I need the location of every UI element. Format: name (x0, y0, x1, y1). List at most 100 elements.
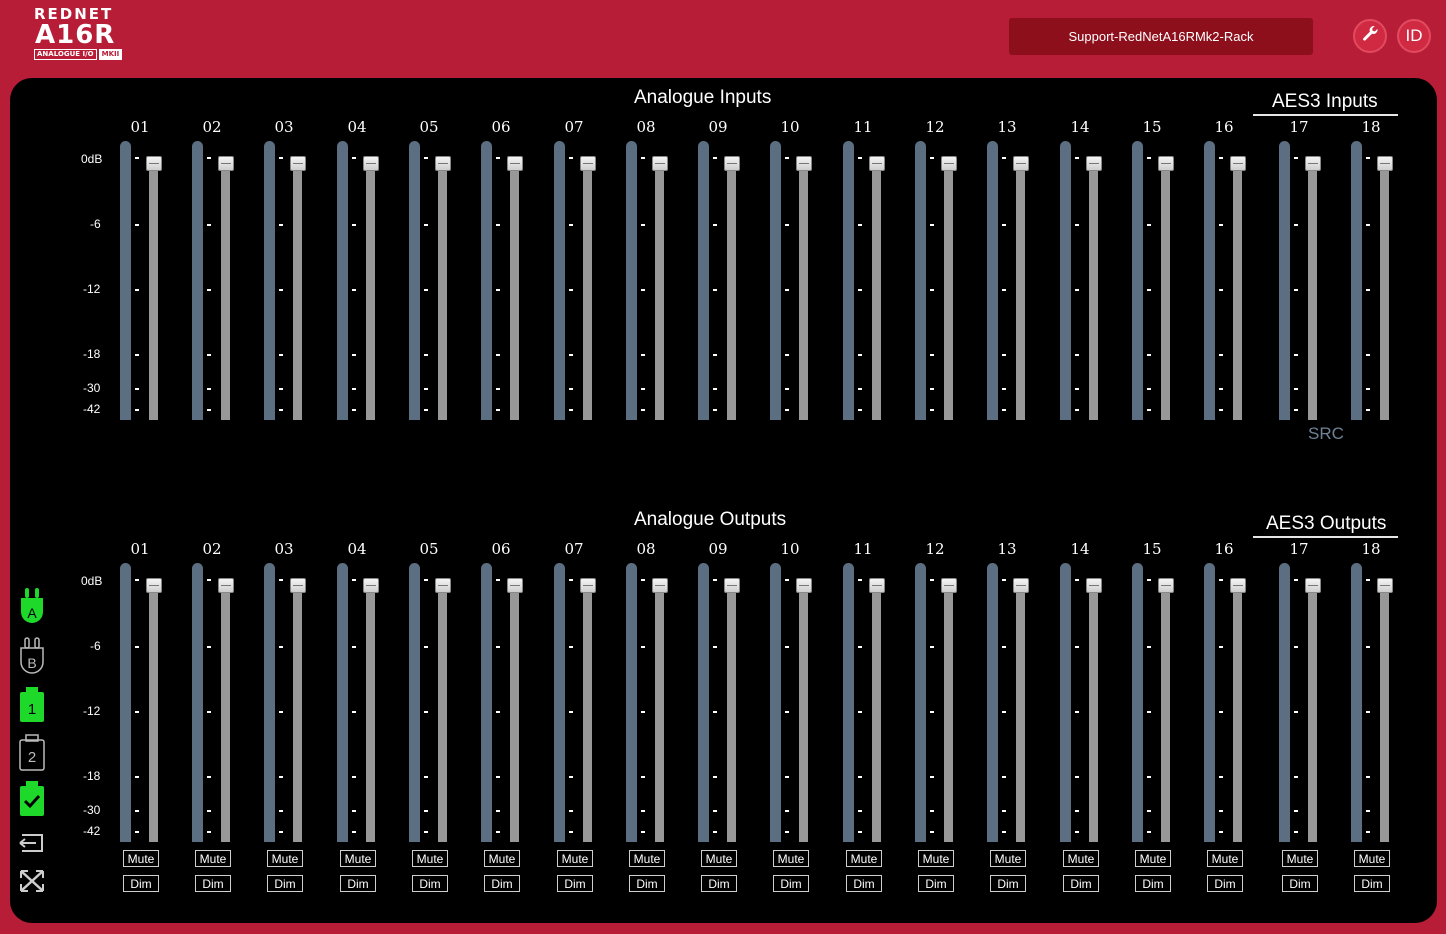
mute-button[interactable]: Mute (629, 850, 665, 867)
inputs-fader-track[interactable] (293, 160, 302, 420)
inputs-fader-knob[interactable] (507, 156, 523, 171)
dim-button[interactable]: Dim (340, 875, 376, 892)
mute-button[interactable]: Mute (1354, 850, 1390, 867)
inputs-fader-knob[interactable] (796, 156, 812, 171)
outputs-fader-track[interactable] (1089, 582, 1098, 842)
inputs-fader-track[interactable] (872, 160, 881, 420)
outputs-fader-track[interactable] (366, 582, 375, 842)
outputs-fader-track[interactable] (1016, 582, 1025, 842)
logout-icon[interactable] (16, 832, 48, 854)
outputs-fader-track[interactable] (149, 582, 158, 842)
dim-button[interactable]: Dim (701, 875, 737, 892)
dim-button[interactable]: Dim (629, 875, 665, 892)
outputs-fader-knob[interactable] (218, 578, 234, 593)
mute-button[interactable]: Mute (1063, 850, 1099, 867)
outputs-fader-knob[interactable] (435, 578, 451, 593)
dim-button[interactable]: Dim (412, 875, 448, 892)
inputs-fader-knob[interactable] (1305, 156, 1321, 171)
inputs-fader-track[interactable] (655, 160, 664, 420)
inputs-fader-track[interactable] (1233, 160, 1242, 420)
mute-button[interactable]: Mute (267, 850, 303, 867)
inputs-fader-knob[interactable] (1013, 156, 1029, 171)
outputs-fader-track[interactable] (944, 582, 953, 842)
inputs-fader-track[interactable] (221, 160, 230, 420)
outputs-fader-track[interactable] (438, 582, 447, 842)
outputs-fader-track[interactable] (1380, 582, 1389, 842)
outputs-fader-knob[interactable] (1013, 578, 1029, 593)
inputs-fader-track[interactable] (438, 160, 447, 420)
outputs-fader-knob[interactable] (796, 578, 812, 593)
mute-button[interactable]: Mute (846, 850, 882, 867)
dim-button[interactable]: Dim (267, 875, 303, 892)
outputs-fader-knob[interactable] (1305, 578, 1321, 593)
inputs-fader-track[interactable] (510, 160, 519, 420)
dim-button[interactable]: Dim (846, 875, 882, 892)
outputs-fader-track[interactable] (1308, 582, 1317, 842)
inputs-fader-knob[interactable] (1158, 156, 1174, 171)
outputs-fader-knob[interactable] (1086, 578, 1102, 593)
dim-button[interactable]: Dim (918, 875, 954, 892)
mute-button[interactable]: Mute (990, 850, 1026, 867)
mute-button[interactable]: Mute (484, 850, 520, 867)
outputs-fader-knob[interactable] (869, 578, 885, 593)
outputs-fader-track[interactable] (583, 582, 592, 842)
mute-button[interactable]: Mute (340, 850, 376, 867)
outputs-fader-track[interactable] (655, 582, 664, 842)
outputs-fader-knob[interactable] (290, 578, 306, 593)
outputs-fader-track[interactable] (727, 582, 736, 842)
outputs-fader-track[interactable] (1161, 582, 1170, 842)
outputs-fader-track[interactable] (510, 582, 519, 842)
inputs-fader-track[interactable] (1308, 160, 1317, 420)
tools-button[interactable] (1353, 19, 1387, 53)
inputs-fader-track[interactable] (944, 160, 953, 420)
dim-button[interactable]: Dim (990, 875, 1026, 892)
dim-button[interactable]: Dim (1207, 875, 1243, 892)
dim-button[interactable]: Dim (1282, 875, 1318, 892)
inputs-fader-knob[interactable] (363, 156, 379, 171)
outputs-fader-knob[interactable] (363, 578, 379, 593)
inputs-fader-knob[interactable] (580, 156, 596, 171)
dim-button[interactable]: Dim (1063, 875, 1099, 892)
outputs-fader-knob[interactable] (507, 578, 523, 593)
inputs-fader-knob[interactable] (941, 156, 957, 171)
outputs-fader-track[interactable] (799, 582, 808, 842)
outputs-fader-track[interactable] (221, 582, 230, 842)
mute-button[interactable]: Mute (195, 850, 231, 867)
mute-button[interactable]: Mute (1135, 850, 1171, 867)
mute-button[interactable]: Mute (918, 850, 954, 867)
outputs-fader-knob[interactable] (1158, 578, 1174, 593)
inputs-fader-track[interactable] (1380, 160, 1389, 420)
outputs-fader-knob[interactable] (1230, 578, 1246, 593)
inputs-fader-track[interactable] (799, 160, 808, 420)
inputs-fader-knob[interactable] (869, 156, 885, 171)
mute-button[interactable]: Mute (123, 850, 159, 867)
inputs-fader-knob[interactable] (146, 156, 162, 171)
dim-button[interactable]: Dim (557, 875, 593, 892)
outputs-fader-knob[interactable] (146, 578, 162, 593)
mute-button[interactable]: Mute (1282, 850, 1318, 867)
inputs-fader-knob[interactable] (1086, 156, 1102, 171)
mute-button[interactable]: Mute (557, 850, 593, 867)
outputs-fader-knob[interactable] (724, 578, 740, 593)
dim-button[interactable]: Dim (195, 875, 231, 892)
outputs-fader-knob[interactable] (652, 578, 668, 593)
inputs-fader-knob[interactable] (652, 156, 668, 171)
inputs-fader-knob[interactable] (1230, 156, 1246, 171)
mute-button[interactable]: Mute (1207, 850, 1243, 867)
mute-button[interactable]: Mute (412, 850, 448, 867)
inputs-fader-knob[interactable] (724, 156, 740, 171)
device-name-field[interactable]: Support-RedNetA16RMk2-Rack (1009, 18, 1313, 55)
inputs-fader-knob[interactable] (435, 156, 451, 171)
inputs-fader-track[interactable] (1161, 160, 1170, 420)
outputs-fader-track[interactable] (1233, 582, 1242, 842)
dim-button[interactable]: Dim (1354, 875, 1390, 892)
inputs-fader-knob[interactable] (218, 156, 234, 171)
outputs-fader-knob[interactable] (1377, 578, 1393, 593)
inputs-fader-track[interactable] (1016, 160, 1025, 420)
inputs-fader-track[interactable] (583, 160, 592, 420)
inputs-fader-knob[interactable] (1377, 156, 1393, 171)
dim-button[interactable]: Dim (484, 875, 520, 892)
inputs-fader-track[interactable] (1089, 160, 1098, 420)
outputs-fader-knob[interactable] (580, 578, 596, 593)
dim-button[interactable]: Dim (123, 875, 159, 892)
